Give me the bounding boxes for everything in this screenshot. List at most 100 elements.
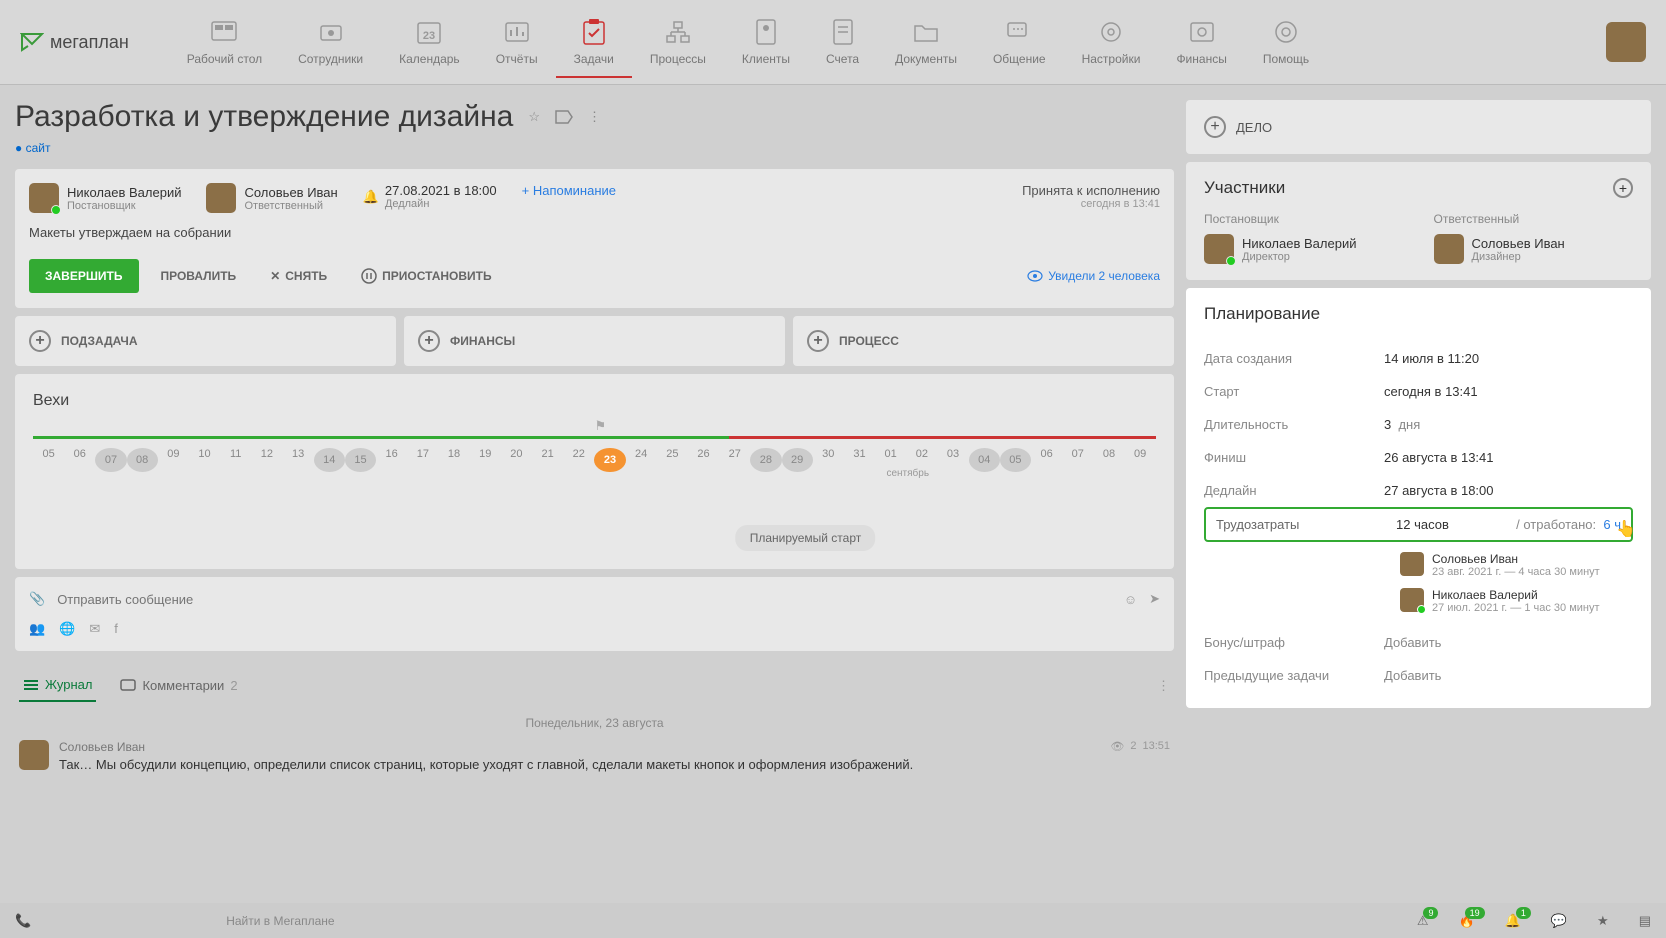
delo-card[interactable]: +ДЕЛО <box>1186 100 1651 154</box>
alert-icon[interactable]: ⚠9 <box>1417 913 1429 929</box>
creator-avatar <box>29 183 59 213</box>
date-cell[interactable]: 08 <box>1093 448 1124 472</box>
date-cell[interactable]: 03 <box>937 448 968 472</box>
tabs: Журнал Комментарии 2 ⋮ <box>15 669 1174 702</box>
finish-button[interactable]: ЗАВЕРШИТЬ <box>29 259 139 293</box>
message-input[interactable] <box>57 592 1112 607</box>
chat-icon[interactable]: 💬 <box>1551 913 1567 929</box>
nav-reports[interactable]: Отчёты <box>478 6 556 78</box>
emoji-icon[interactable]: ☺ <box>1124 592 1137 607</box>
date-cell[interactable]: 23 <box>594 448 625 472</box>
date-cell[interactable]: 14 <box>314 448 345 472</box>
facebook-icon[interactable]: f <box>114 621 118 637</box>
fail-button[interactable]: ПРОВАЛИТЬ <box>149 259 249 293</box>
nav-calendar[interactable]: 23Календарь <box>381 6 478 78</box>
bonus-add[interactable]: Добавить <box>1384 635 1441 650</box>
effort-person-1[interactable]: Соловьев Иван23 авг. 2021 г. — 4 часа 30… <box>1400 552 1633 578</box>
tag-icon[interactable] <box>555 110 573 124</box>
date-cell[interactable]: 07 <box>1062 448 1093 472</box>
more-icon[interactable]: ⋮ <box>588 109 601 125</box>
add-participant-button[interactable]: + <box>1613 178 1633 198</box>
date-cell[interactable]: 04 <box>969 448 1000 472</box>
layers-icon[interactable]: ▤ <box>1639 913 1651 929</box>
add-reminder-link[interactable]: + Напоминание <box>522 183 616 198</box>
project-tag[interactable]: сайт <box>15 141 50 155</box>
send-icon[interactable]: ➤ <box>1149 591 1160 607</box>
date-cell[interactable]: 27 <box>719 448 750 472</box>
documents-icon <box>910 16 942 48</box>
date-cell[interactable]: 25 <box>657 448 688 472</box>
date-cell[interactable]: 05 <box>1000 448 1031 472</box>
date-cell[interactable]: 29 <box>782 448 813 472</box>
attach-icon[interactable]: 📎 <box>29 591 45 607</box>
date-cell[interactable]: 06 <box>64 448 95 472</box>
seen-link[interactable]: Увидели 2 человека <box>1027 269 1160 283</box>
nav-communication[interactable]: Общение <box>975 6 1064 78</box>
date-cell[interactable]: 17 <box>407 448 438 472</box>
date-cell[interactable]: 15 <box>345 448 376 472</box>
date-cell[interactable]: 09 <box>1125 448 1156 472</box>
nav-accounts[interactable]: Счета <box>808 6 877 78</box>
participant-assignee[interactable]: Соловьев ИванДизайнер <box>1434 234 1634 264</box>
logo[interactable]: мегаплан <box>20 32 129 53</box>
bell-icon[interactable]: 🔔1 <box>1505 913 1521 929</box>
phone-icon[interactable]: 📞 <box>15 913 31 929</box>
creator-block[interactable]: Николаев ВалерийПостановщик <box>29 183 181 213</box>
date-cell[interactable]: 18 <box>438 448 469 472</box>
tab-journal[interactable]: Журнал <box>19 669 96 702</box>
mail-icon[interactable]: ✉ <box>89 621 100 637</box>
date-cell[interactable]: 26 <box>688 448 719 472</box>
nav-finance[interactable]: Финансы <box>1158 6 1244 78</box>
date-cell[interactable]: 05 <box>33 448 64 472</box>
globe-icon[interactable]: 🌐 <box>59 621 75 637</box>
tab-comments[interactable]: Комментарии 2 <box>116 670 241 701</box>
topbar: мегаплан Рабочий стол Сотрудники 23Кален… <box>0 0 1666 85</box>
finance-button[interactable]: +ФИНАНСЫ <box>404 316 785 366</box>
search-input[interactable]: Найти в Мегаплане <box>226 914 1056 928</box>
pause-button[interactable]: ПРИОСТАНОВИТЬ <box>349 258 503 294</box>
date-cell[interactable]: 06 <box>1031 448 1062 472</box>
nav-documents[interactable]: Документы <box>877 6 975 78</box>
date-cell[interactable]: 09 <box>158 448 189 472</box>
participant-creator[interactable]: Николаев ВалерийДиректор <box>1204 234 1404 264</box>
tab-menu-icon[interactable]: ⋮ <box>1157 678 1170 694</box>
date-cell[interactable]: 11 <box>220 448 251 472</box>
effort-row[interactable]: Трудозатраты 12 часов / отработано: 6 ч … <box>1204 507 1633 542</box>
assignee-block[interactable]: Соловьев ИванОтветственный <box>206 183 337 213</box>
process-button[interactable]: +ПРОЦЕСС <box>793 316 1174 366</box>
journal-author: Соловьев Иван <box>59 740 1100 754</box>
planned-start-badge: Планируемый старт <box>736 525 876 551</box>
fire-icon[interactable]: 🔥19 <box>1458 913 1474 929</box>
effort-person-2[interactable]: Николаев Валерий27 июл. 2021 г. — 1 час … <box>1400 588 1633 614</box>
nav-clients[interactable]: Клиенты <box>724 6 808 78</box>
date-cell[interactable]: 08 <box>127 448 158 472</box>
date-cell[interactable]: 24 <box>626 448 657 472</box>
star-icon[interactable]: ☆ <box>528 109 540 125</box>
nav-settings[interactable]: Настройки <box>1064 6 1159 78</box>
people-icon[interactable]: 👥 <box>29 621 45 637</box>
timeline[interactable]: ⚑ 05060708091011121314151617181920212223… <box>33 430 1156 480</box>
date-cell[interactable]: 30 <box>813 448 844 472</box>
date-cell[interactable]: 13 <box>283 448 314 472</box>
date-cell[interactable]: 21 <box>532 448 563 472</box>
date-cell[interactable]: 20 <box>501 448 532 472</box>
nav-processes[interactable]: Процессы <box>632 6 724 78</box>
nav-tasks[interactable]: Задачи <box>556 6 632 78</box>
cancel-button[interactable]: ✕ СНЯТЬ <box>258 259 339 293</box>
date-cell[interactable]: 16 <box>376 448 407 472</box>
date-cell[interactable]: 19 <box>470 448 501 472</box>
nav-employees[interactable]: Сотрудники <box>280 6 381 78</box>
date-cell[interactable]: 10 <box>189 448 220 472</box>
nav-help[interactable]: Помощь <box>1245 6 1327 78</box>
user-avatar[interactable] <box>1606 22 1646 62</box>
deadline-block[interactable]: 🔔 27.08.2021 в 18:00Дедлайн <box>363 183 497 210</box>
subtask-button[interactable]: +ПОДЗАДАЧА <box>15 316 396 366</box>
nav-desktop[interactable]: Рабочий стол <box>169 6 280 78</box>
date-cell[interactable]: 22 <box>563 448 594 472</box>
prev-tasks-add[interactable]: Добавить <box>1384 668 1441 683</box>
date-cell[interactable]: 28 <box>750 448 781 472</box>
date-cell[interactable]: 12 <box>251 448 282 472</box>
date-cell[interactable]: 07 <box>95 448 126 472</box>
date-cell[interactable]: 31 <box>844 448 875 472</box>
star-icon[interactable]: ★ <box>1597 913 1609 929</box>
